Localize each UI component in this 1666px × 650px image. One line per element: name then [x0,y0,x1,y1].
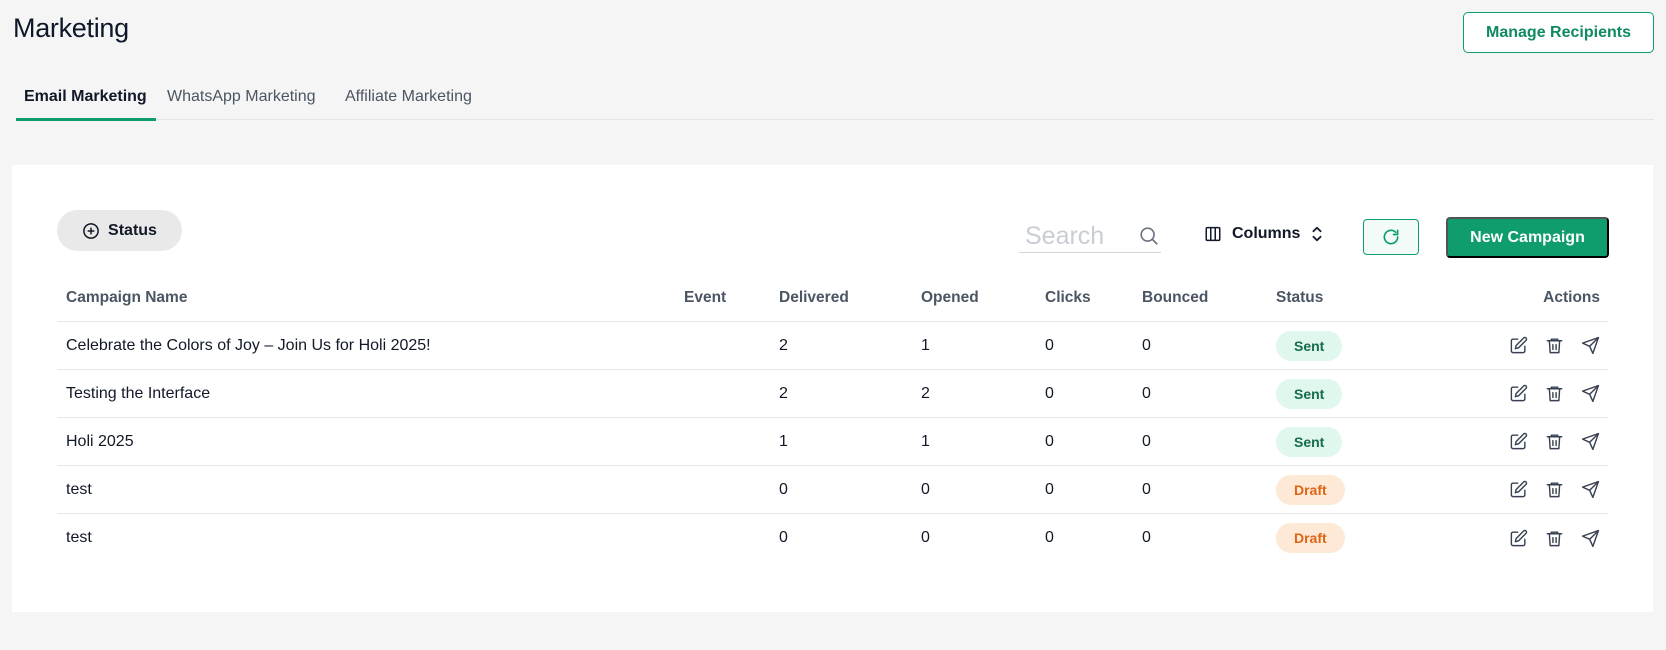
clicks-cell: 0 [1045,336,1054,354]
columns-button[interactable]: Columns [1204,221,1324,247]
opened-cell: 0 [921,480,930,498]
campaign-name-cell: Celebrate the Colors of Joy – Join Us fo… [66,336,431,354]
table-row[interactable]: Holi 2025 1 1 0 0 Sent [57,418,1608,466]
search-icon[interactable] [1138,225,1160,247]
send-icon[interactable] [1581,384,1600,403]
status-filter-button[interactable]: Status [57,210,182,251]
trash-icon[interactable] [1545,480,1564,499]
refresh-button[interactable] [1363,219,1419,255]
edit-icon[interactable] [1509,529,1528,548]
delivered-cell: 1 [779,432,788,450]
delivered-cell: 2 [779,336,788,354]
bounced-cell: 0 [1142,480,1151,498]
table-row[interactable]: Celebrate the Colors of Joy – Join Us fo… [57,322,1608,370]
tab-email-marketing[interactable]: Email Marketing [16,78,156,121]
edit-icon[interactable] [1509,336,1528,355]
header-bounced[interactable]: Bounced [1142,275,1208,321]
columns-label: Columns [1232,225,1301,242]
plus-circle-icon [82,222,100,240]
new-campaign-button[interactable]: New Campaign [1446,217,1609,258]
opened-cell: 0 [921,529,930,546]
edit-icon[interactable] [1509,480,1528,499]
header-clicks[interactable]: Clicks [1045,275,1091,321]
campaigns-table: Campaign Name Event Delivered Opened Cli… [57,275,1608,562]
status-filter-label: Status [108,221,157,239]
send-icon[interactable] [1581,529,1600,548]
opened-cell: 2 [921,384,930,402]
manage-recipients-button[interactable]: Manage Recipients [1463,12,1654,53]
bounced-cell: 0 [1142,529,1151,546]
status-badge: Sent [1276,378,1343,409]
campaign-name-cell: Testing the Interface [66,384,211,402]
trash-icon[interactable] [1545,384,1564,403]
table-row[interactable]: test 0 0 0 0 Draft [57,466,1608,514]
send-icon[interactable] [1581,432,1600,451]
campaign-name-cell: Holi 2025 [66,432,134,450]
search-input[interactable] [1025,221,1135,251]
trash-icon[interactable] [1545,432,1564,451]
trash-icon[interactable] [1545,336,1564,355]
clicks-cell: 0 [1045,432,1054,450]
edit-icon[interactable] [1509,384,1528,403]
table-header: Campaign Name Event Delivered Opened Cli… [57,275,1608,322]
delivered-cell: 0 [779,480,788,498]
clicks-cell: 0 [1045,480,1054,498]
opened-cell: 1 [921,432,930,450]
tab-whatsapp-marketing[interactable]: WhatsApp Marketing [167,78,316,120]
tab-bar: Email Marketing WhatsApp Marketing Affil… [16,78,1654,121]
header-status[interactable]: Status [1276,275,1323,321]
columns-icon [1204,225,1222,243]
search-box [1019,221,1161,253]
delivered-cell: 2 [779,384,788,402]
clicks-cell: 0 [1045,529,1054,546]
clicks-cell: 0 [1045,384,1054,402]
opened-cell: 1 [921,336,930,354]
bounced-cell: 0 [1142,336,1151,354]
campaign-name-cell: test [66,480,92,498]
table-row[interactable]: test 0 0 0 0 Draft [57,514,1608,562]
campaigns-card: Status Columns New Campaign [12,165,1653,612]
bounced-cell: 0 [1142,384,1151,402]
refresh-icon [1381,227,1401,247]
bounced-cell: 0 [1142,432,1151,450]
status-badge: Draft [1276,523,1345,553]
tab-affiliate-marketing[interactable]: Affiliate Marketing [345,78,472,120]
delivered-cell: 0 [779,529,788,546]
status-badge: Sent [1276,330,1343,361]
page-title: Marketing [13,13,129,43]
send-icon[interactable] [1581,336,1600,355]
send-icon[interactable] [1581,480,1600,499]
header-campaign-name[interactable]: Campaign Name [66,275,187,321]
status-badge: Sent [1276,426,1343,457]
chevron-up-down-icon [1310,225,1324,243]
header-delivered[interactable]: Delivered [779,275,849,321]
header-actions: Actions [1543,289,1600,306]
header-opened[interactable]: Opened [921,275,979,321]
table-row[interactable]: Testing the Interface 2 2 0 0 Sent [57,370,1608,418]
trash-icon[interactable] [1545,529,1564,548]
status-badge: Draft [1276,474,1345,505]
edit-icon[interactable] [1509,432,1528,451]
campaign-name-cell: test [66,529,92,546]
header-event[interactable]: Event [684,275,726,321]
